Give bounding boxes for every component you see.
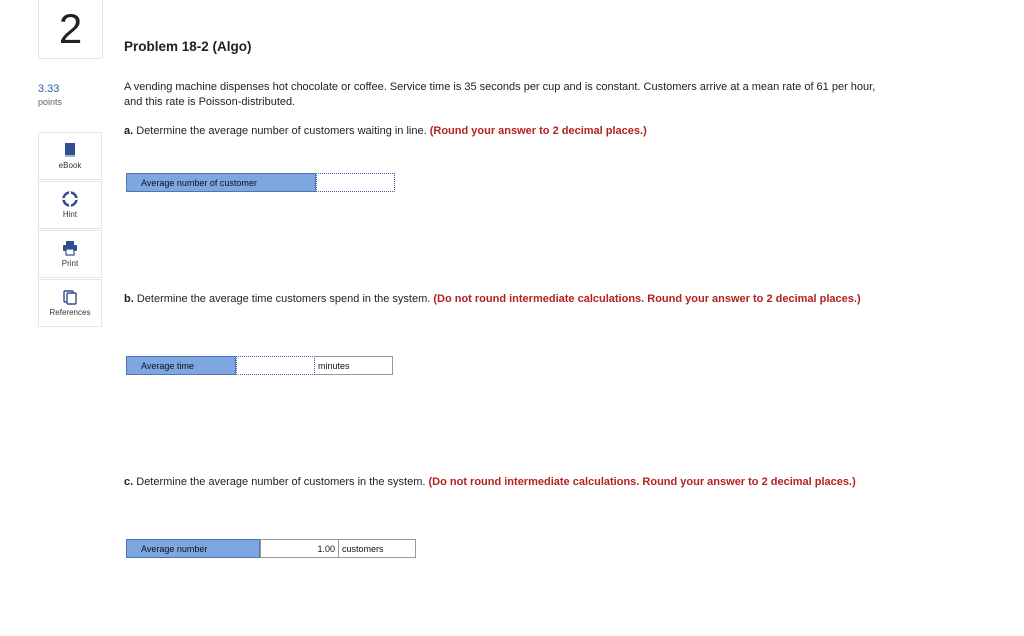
printer-icon	[63, 241, 77, 256]
documents-icon	[63, 290, 77, 305]
problem-intro: A vending machine dispenses hot chocolat…	[124, 81, 876, 108]
part-a-prompt: a. Determine the average number of custo…	[124, 124, 884, 139]
part-c-note: (Do not round intermediate calculations.…	[428, 476, 856, 488]
part-b-answer-label: Average time	[126, 356, 236, 375]
part-c-letter: c.	[124, 476, 134, 488]
points-label: points	[38, 97, 63, 107]
part-c-unit: customers	[339, 539, 416, 558]
side-toolbar: eBook Hint Print References	[38, 132, 102, 328]
part-b-text: Determine the average time customers spe…	[133, 293, 434, 305]
part-c-prompt: c. Determine the average number of custo…	[124, 475, 884, 490]
ebook-label: eBook	[58, 161, 82, 170]
part-b-answer-row: Average time minutes	[126, 356, 393, 375]
part-b-letter: b.	[124, 293, 134, 305]
part-b-note: (Do not round intermediate calculations.…	[433, 293, 861, 305]
lifebuoy-icon	[62, 191, 78, 207]
part-b-answer-input[interactable]	[236, 356, 315, 375]
hint-button[interactable]: Hint	[38, 181, 102, 229]
references-label: References	[49, 308, 91, 317]
points-value: 3.33	[38, 83, 60, 95]
part-c-answer-input[interactable]	[260, 539, 339, 558]
part-a-note: (Round your answer to 2 decimal places.)	[429, 125, 647, 137]
problem-title: Problem 18-2 (Algo)	[124, 39, 252, 54]
part-c-answer-row: Average number customers	[126, 539, 416, 558]
part-b-prompt: b. Determine the average time customers …	[124, 292, 884, 307]
part-c-answer-label: Average number	[126, 539, 260, 558]
references-button[interactable]: References	[38, 279, 102, 327]
print-label: Print	[61, 259, 79, 268]
part-a-answer-input[interactable]	[316, 173, 395, 192]
print-button[interactable]: Print	[38, 230, 102, 278]
part-a-text: Determine the average number of customer…	[133, 125, 430, 137]
ebook-button[interactable]: eBook	[38, 132, 102, 180]
part-a-answer-row: Average number of customer	[126, 173, 395, 192]
part-a-letter: a.	[124, 125, 134, 137]
question-number-box: 2	[38, 0, 103, 59]
hint-label: Hint	[62, 210, 78, 219]
part-c-text: Determine the average number of customer…	[133, 476, 429, 488]
part-a-answer-label: Average number of customer	[126, 173, 316, 192]
question-number: 2	[58, 5, 83, 52]
book-icon	[65, 143, 75, 157]
part-b-unit: minutes	[315, 356, 393, 375]
